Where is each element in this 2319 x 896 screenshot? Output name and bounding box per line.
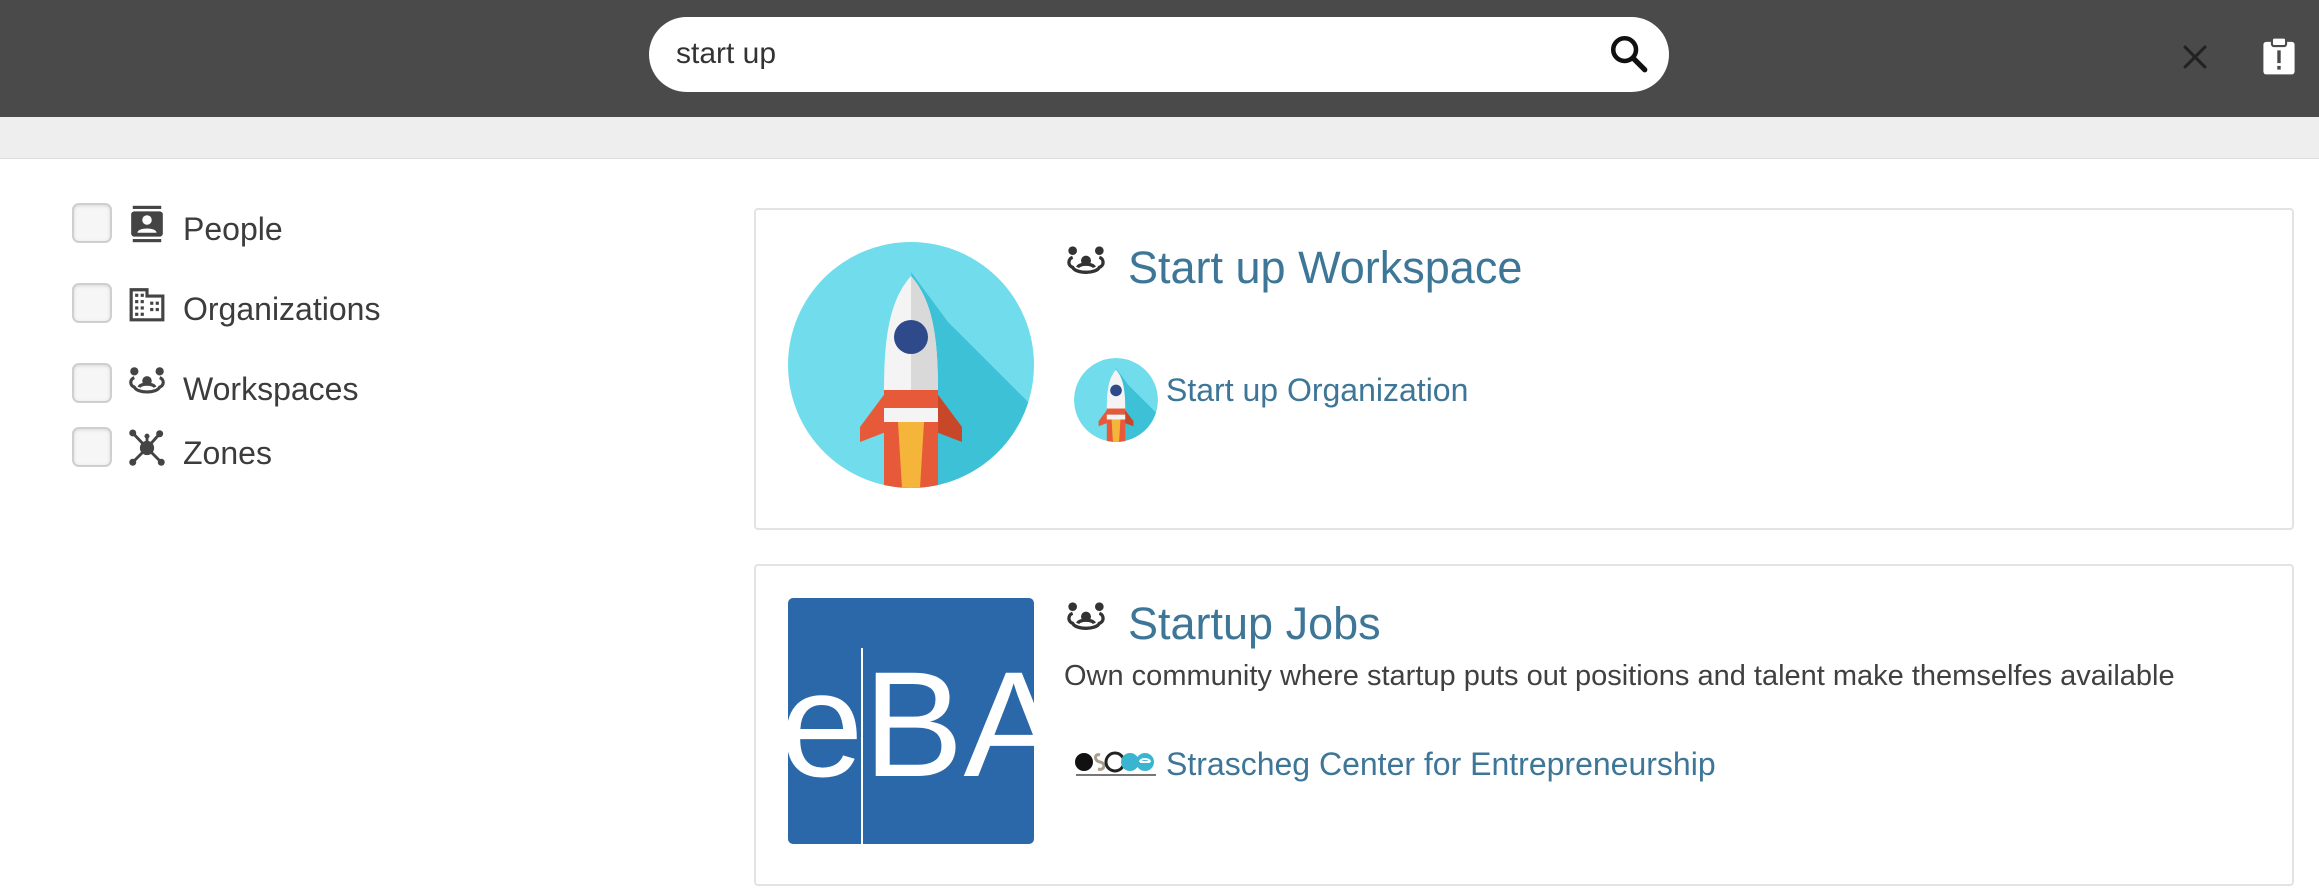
organization-link[interactable]: Strascheg Center for Entrepreneurship bbox=[1166, 746, 1716, 783]
search-box bbox=[649, 17, 2207, 92]
filter-label-organizations: Organizations bbox=[183, 291, 381, 327]
sub-toolbar bbox=[0, 117, 2319, 159]
filter-label-zones: Zones bbox=[183, 435, 272, 471]
search-icon[interactable] bbox=[1608, 33, 1650, 75]
search-input[interactable] bbox=[676, 31, 1556, 77]
result-title-link[interactable]: Start up Workspace bbox=[1128, 242, 1522, 294]
building-icon bbox=[129, 288, 165, 322]
eba-logo-graphic: eBA bbox=[788, 640, 1034, 844]
people-checkbox[interactable] bbox=[72, 203, 112, 243]
result-title-link[interactable]: Startup Jobs bbox=[1128, 598, 1381, 650]
network-hub-icon bbox=[129, 429, 165, 466]
rocket-image[interactable] bbox=[1074, 358, 1158, 442]
organizations-checkbox[interactable] bbox=[72, 283, 112, 323]
sce-logo-image[interactable] bbox=[1074, 734, 1158, 794]
result-card: Start up Workspace Start up Organization bbox=[754, 208, 2294, 530]
clipboard-alert-icon[interactable] bbox=[2262, 36, 2296, 76]
eba-logo-image[interactable]: eBA bbox=[788, 598, 1034, 844]
top-bar bbox=[0, 0, 2319, 117]
workspaces-checkbox[interactable] bbox=[72, 363, 112, 403]
filter-label-workspaces: Workspaces bbox=[183, 371, 359, 407]
filter-label-people: People bbox=[183, 211, 283, 247]
close-icon[interactable] bbox=[2178, 38, 2212, 76]
workspace-group-icon bbox=[1067, 602, 1105, 630]
rocket-image[interactable] bbox=[788, 242, 1034, 488]
workspace-group-icon bbox=[129, 367, 165, 394]
result-description: Own community where startup puts out pos… bbox=[1064, 660, 2175, 692]
eba-logo-text: eBA bbox=[788, 640, 1034, 808]
workspace-group-icon bbox=[1067, 246, 1105, 274]
result-card: eBA Startup Jobs Own community where sta… bbox=[754, 564, 2294, 886]
contact-card-icon bbox=[131, 205, 163, 243]
zones-checkbox[interactable] bbox=[72, 427, 112, 467]
organization-link[interactable]: Start up Organization bbox=[1166, 372, 1468, 409]
